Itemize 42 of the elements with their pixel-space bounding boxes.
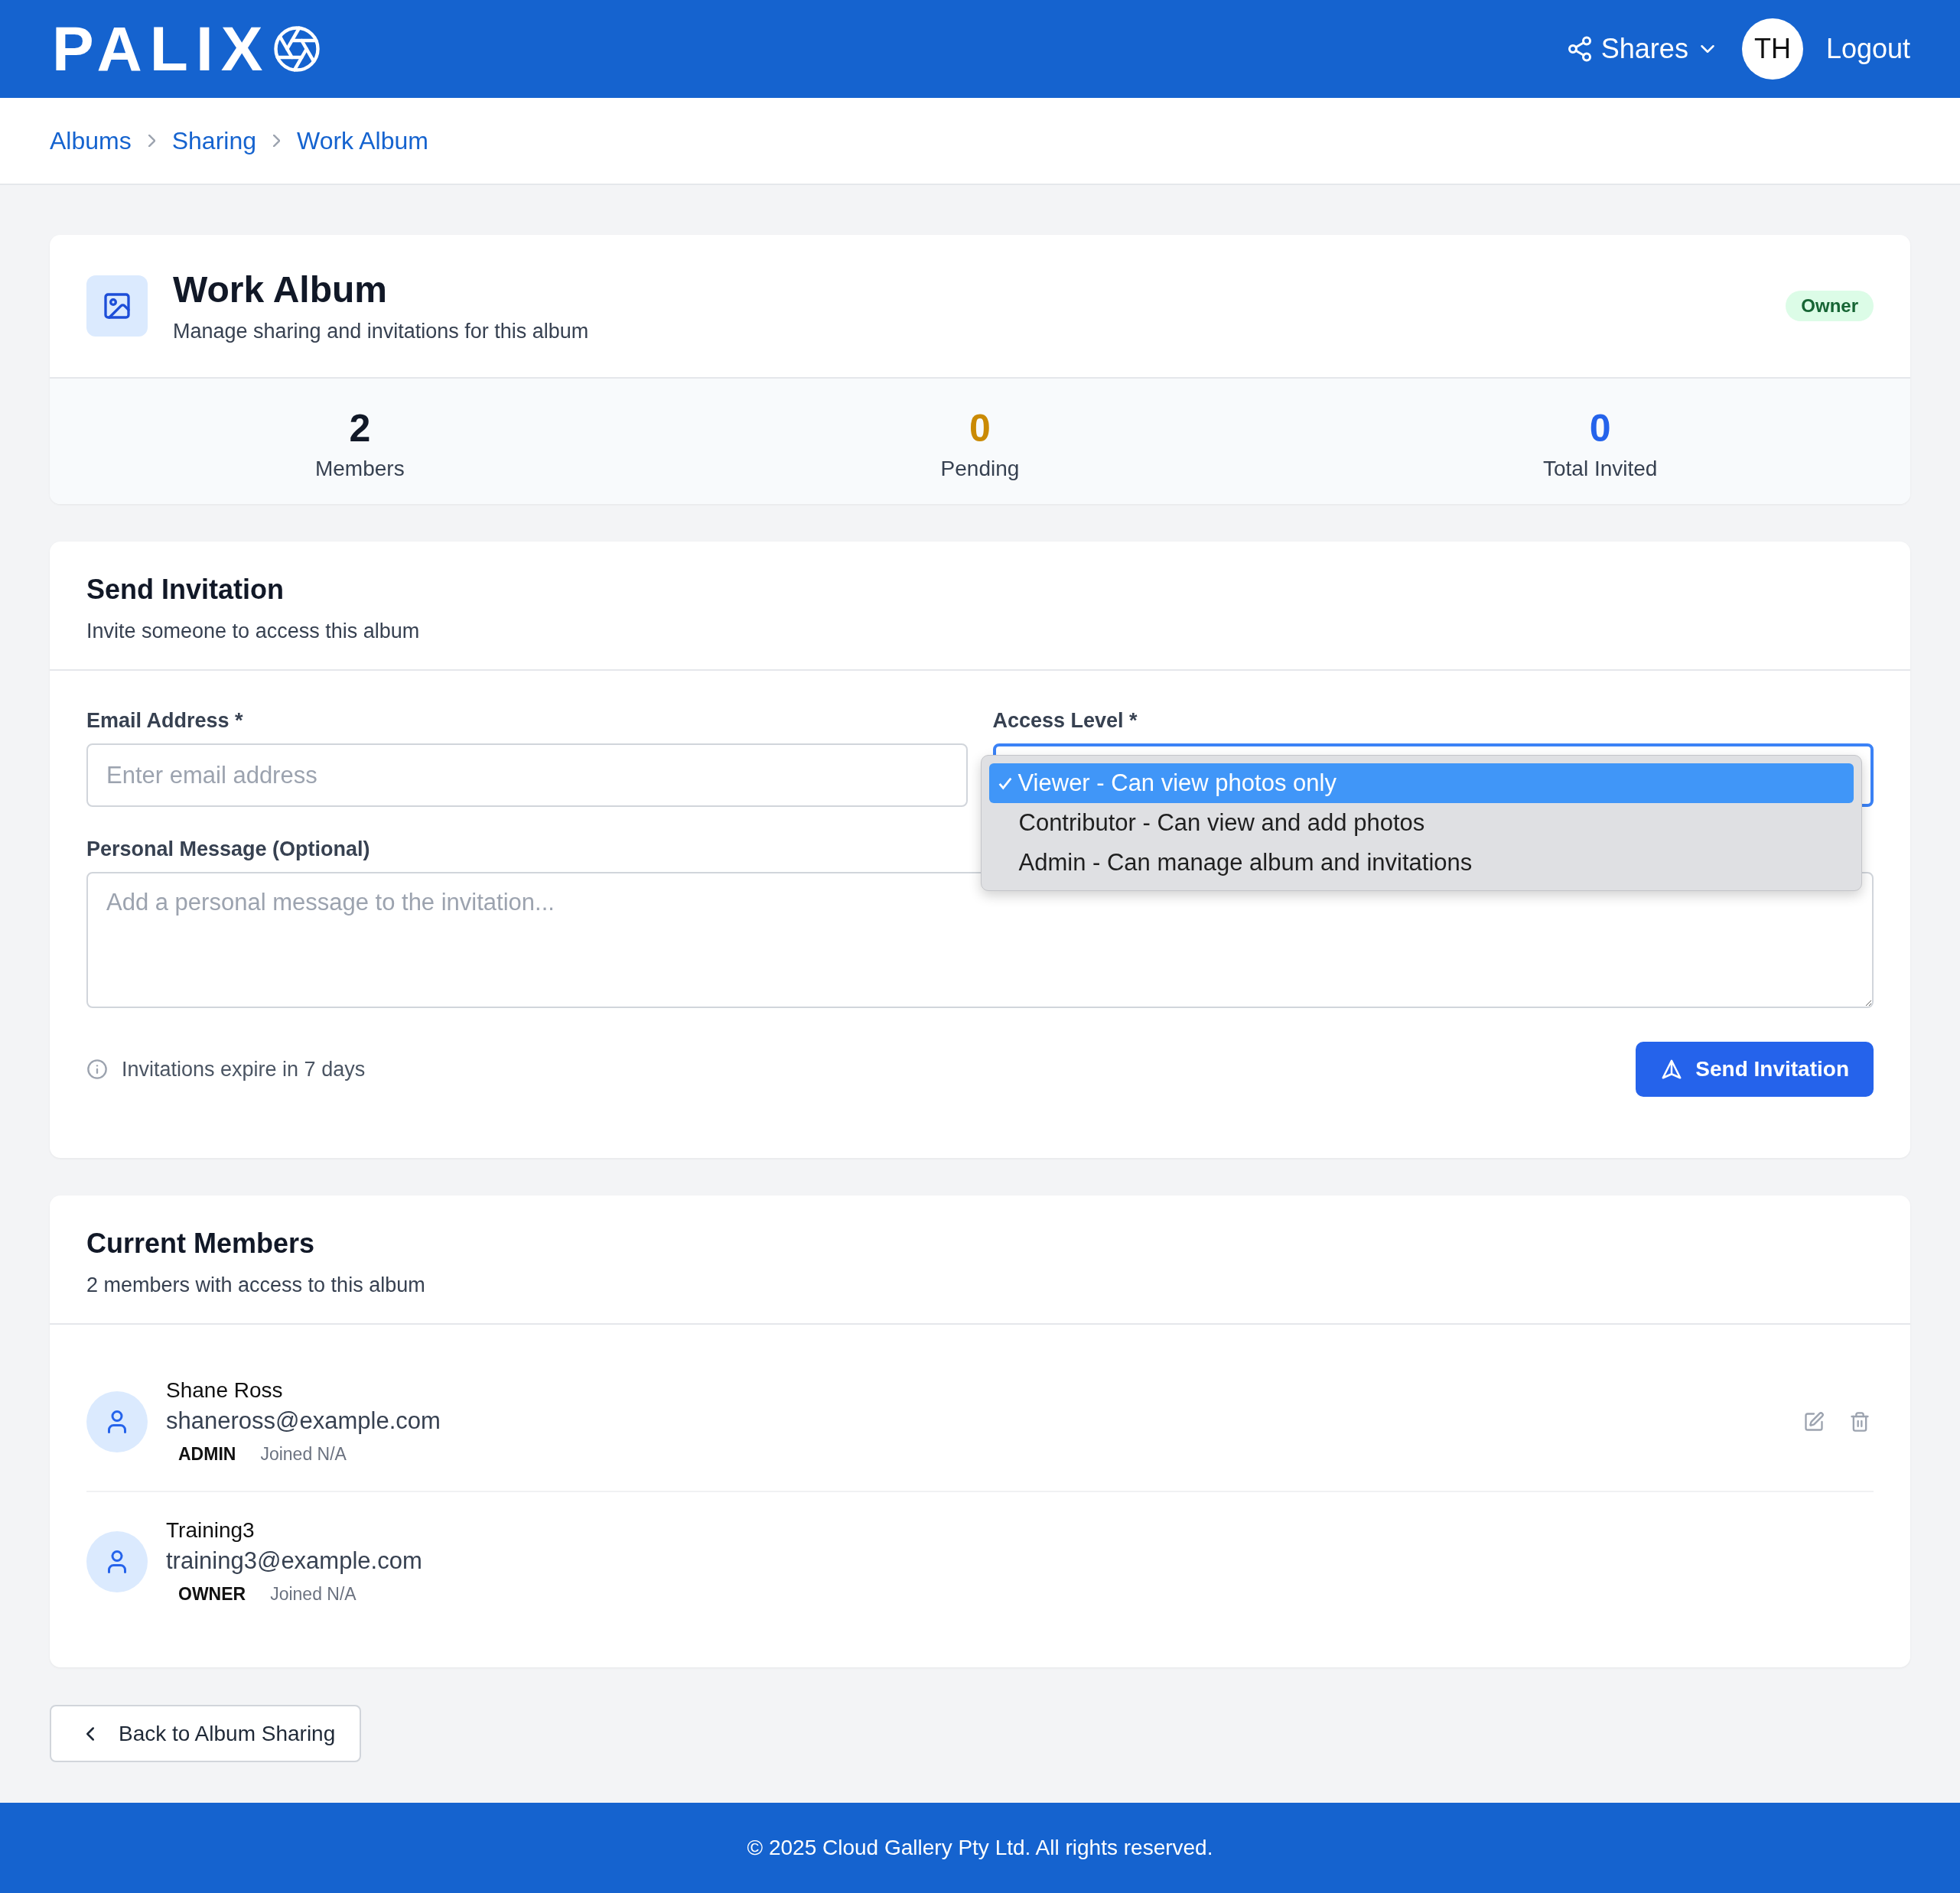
album-subtitle: Manage sharing and invitations for this album <box>173 320 590 343</box>
stat-value: 2 <box>349 406 371 450</box>
breadcrumb-link[interactable]: Work Album <box>297 126 428 155</box>
member-name: Training3 <box>166 1518 256 1543</box>
send-invitation-button[interactable]: Send Invitation <box>1636 1042 1874 1097</box>
email-field[interactable]: Enter email address <box>86 743 968 807</box>
joined-date: Joined N/A <box>270 1584 357 1605</box>
member-email: training3@example.com <box>166 1547 423 1575</box>
stat-value: 0 <box>1589 406 1611 450</box>
field-label: Personal Message (Optional) <box>86 838 371 861</box>
member-name: Shane Ross <box>166 1378 284 1403</box>
image-icon <box>86 275 148 337</box>
shares-menu[interactable]: Shares <box>1565 33 1719 65</box>
member-role: ADMIN <box>178 1444 236 1465</box>
logo-text: PALIX <box>52 18 271 80</box>
album-title: Work Album <box>173 268 388 311</box>
info-icon <box>86 1059 108 1080</box>
section-title: Send Invitation <box>86 574 285 606</box>
dropdown-option[interactable]: Contributor - Can view and add photos <box>988 803 1854 843</box>
joined-date: Joined N/A <box>260 1444 347 1465</box>
member-role: OWNER <box>178 1584 246 1605</box>
section-subtitle: Invite someone to access this album <box>86 620 421 643</box>
field-label: Email Address * <box>86 709 244 733</box>
member-email: shaneross@example.com <box>166 1407 441 1435</box>
expiry-note: Invitations expire in 7 days <box>122 1057 366 1081</box>
chevron-right-icon <box>148 135 155 147</box>
copyright-text: © 2025 Cloud Gallery Pty Ltd. All rights reserved. <box>747 1836 1213 1860</box>
dropdown-option[interactable]: Viewer - Can view photos only <box>988 763 1854 803</box>
chevron-right-icon <box>273 135 280 147</box>
breadcrumb-link[interactable]: Albums <box>50 126 132 155</box>
section-title: Current Members <box>86 1228 316 1260</box>
section-subtitle: 2 members with access to this album <box>86 1273 426 1297</box>
stat-label: Members <box>314 457 405 481</box>
logout-link[interactable]: Logout <box>1825 33 1910 65</box>
role-badge: Owner <box>1786 291 1874 321</box>
user-avatar[interactable]: TH <box>1741 18 1803 80</box>
stat-label: Pending <box>940 457 1020 481</box>
stat-value: 0 <box>969 406 991 450</box>
back-button[interactable]: Back to Album Sharing <box>50 1705 362 1762</box>
breadcrumb-link[interactable]: Sharing <box>171 126 256 155</box>
field-label: Access Level * <box>992 709 1138 733</box>
stat-label: Total Invited <box>1542 457 1658 481</box>
